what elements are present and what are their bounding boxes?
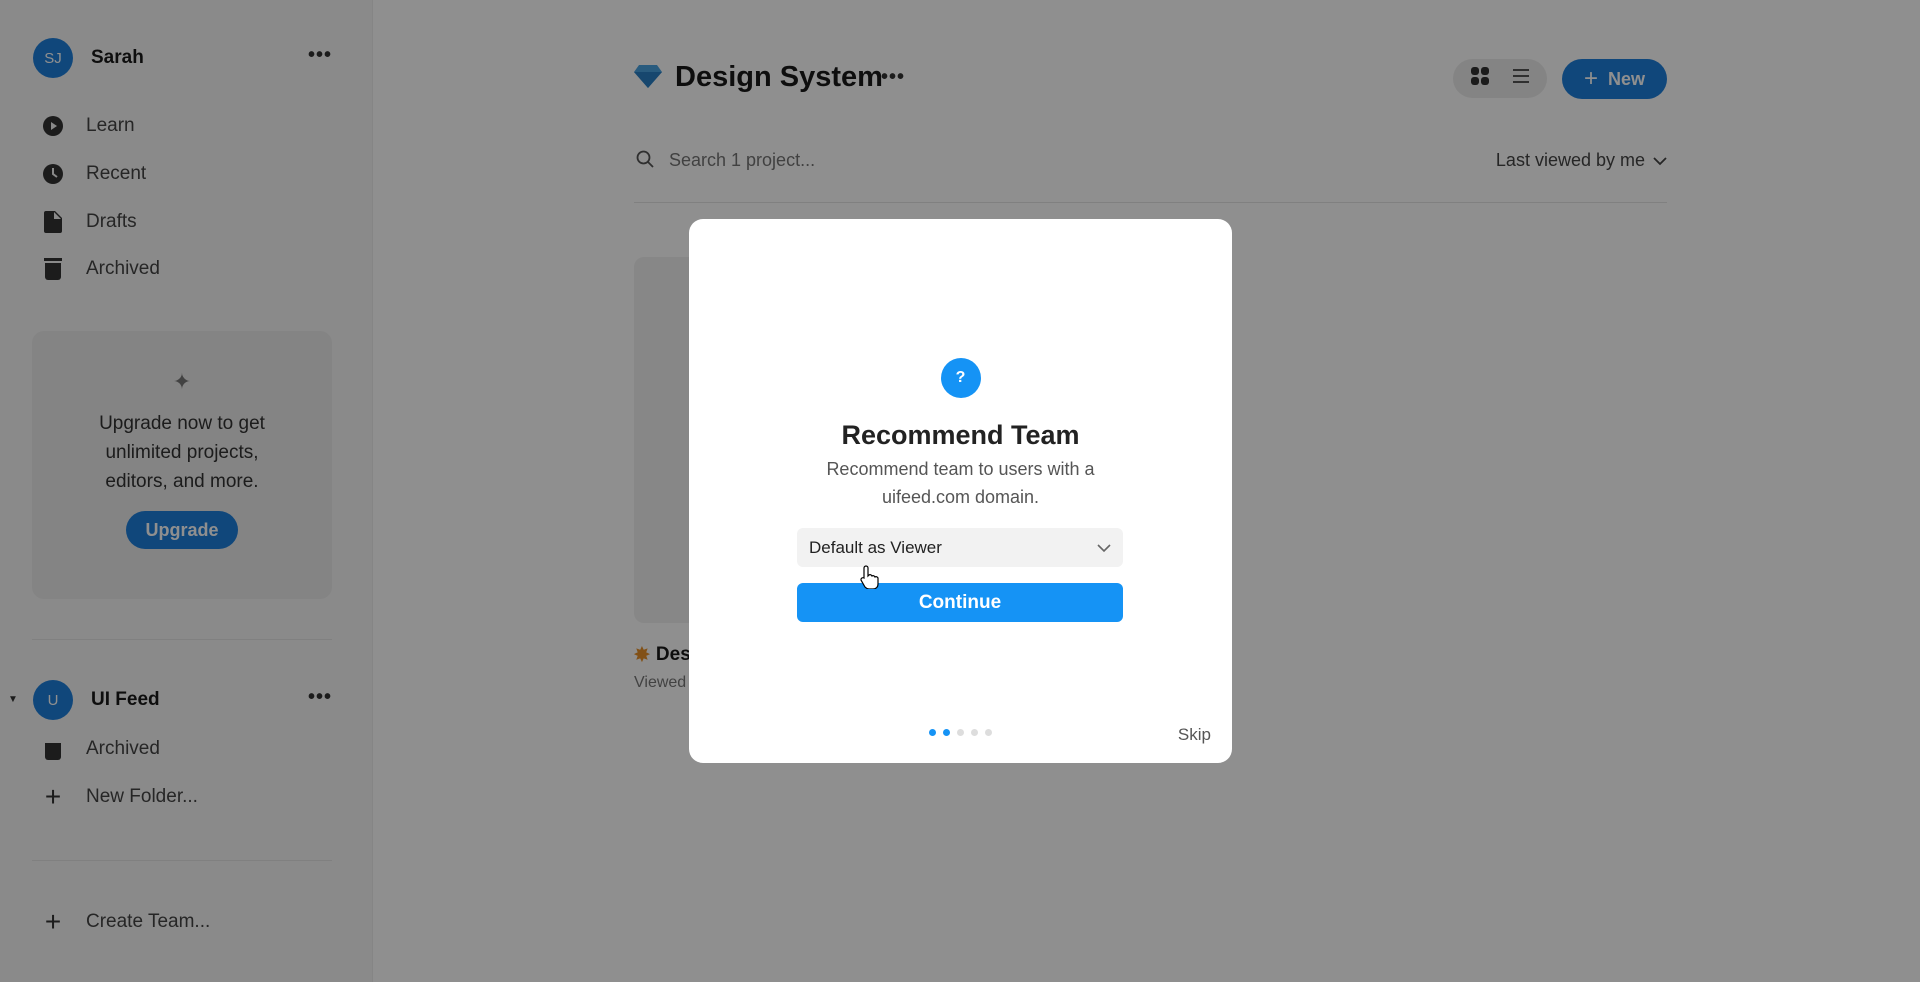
chevron-down-icon bbox=[1097, 538, 1111, 558]
skip-button[interactable]: Skip bbox=[1178, 725, 1211, 745]
step-dot bbox=[957, 729, 964, 736]
step-indicator bbox=[689, 729, 1232, 736]
step-dot-active bbox=[943, 729, 950, 736]
role-select[interactable]: Default as Viewer bbox=[797, 528, 1123, 567]
select-value: Default as Viewer bbox=[809, 537, 942, 557]
hand-cursor-icon bbox=[860, 565, 880, 594]
modal-title: Recommend Team bbox=[841, 420, 1080, 450]
modal-subtitle: uifeed.com domain. bbox=[881, 487, 1040, 507]
recommend-team-modal: ? Recommend Team Recommend team to users… bbox=[689, 219, 1232, 763]
step-dot bbox=[971, 729, 978, 736]
modal-subtitle: Recommend team to users with a bbox=[826, 459, 1095, 479]
step-dot bbox=[985, 729, 992, 736]
question-icon: ? bbox=[940, 358, 981, 398]
step-dot-active bbox=[929, 729, 936, 736]
continue-button[interactable]: Continue bbox=[797, 583, 1123, 622]
